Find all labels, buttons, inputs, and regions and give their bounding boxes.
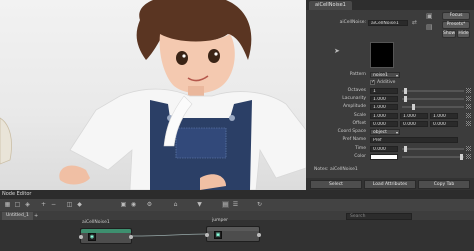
node-jumper-label: jumper <box>212 218 228 223</box>
node-graph-canvas[interactable]: ◉ aiCellNoise1 ▣ jumper <box>0 218 474 251</box>
presets-button[interactable]: Presets* <box>442 21 470 29</box>
cursor-icon: ➤ <box>334 47 340 55</box>
tab-untitled-1[interactable]: Untitled_1 <box>2 212 33 220</box>
amplitude-slider[interactable] <box>402 104 464 110</box>
home-icon[interactable]: ⌂ <box>172 201 179 208</box>
lock-icon[interactable]: ▣ <box>120 201 127 208</box>
lacunarity-field[interactable]: 1.000 <box>370 96 398 102</box>
additive-label: Additive <box>377 80 396 85</box>
coord-space-dropdown[interactable]: object <box>370 129 400 135</box>
pin-icon[interactable]: ◆ <box>76 201 83 208</box>
octaves-label: Octaves <box>347 88 366 93</box>
pref-name-field[interactable]: Pref <box>370 137 458 143</box>
copy-tab-button[interactable]: Copy Tab <box>418 180 470 189</box>
attribute-bottom-bar: Select Load Attributes Copy Tab <box>306 178 474 190</box>
node-name-field[interactable]: aiCellNoise1 <box>368 20 408 26</box>
tab-aicellnoise1[interactable]: aiCellNoise1 <box>309 1 352 10</box>
node-aicellnoise1-label: aiCellNoise1 <box>82 220 110 225</box>
pattern-label: Pattern <box>349 72 366 77</box>
octaves-slider[interactable] <box>402 88 464 94</box>
lacunarity-slider-handle[interactable] <box>404 96 407 102</box>
amplitude-slider-handle[interactable] <box>412 104 415 110</box>
select-button[interactable]: Select <box>310 180 362 189</box>
3d-viewport[interactable] <box>0 0 306 190</box>
scale-y-field[interactable]: 1.000 <box>400 113 428 119</box>
coord-space-label: Coord Space <box>337 129 366 134</box>
view-icon[interactable]: ▤ <box>222 201 229 208</box>
input-output-icon[interactable]: ▤ <box>426 24 433 31</box>
graph-icon[interactable]: ◈ <box>24 201 31 208</box>
notes-label: Notes: <box>314 167 329 172</box>
node-editor-toolbar: ▦ □ ◈ + − ◫ ◆ ▣ ◉ ⚙ ⌂ ▼ ▤ ☰ ↻ <box>0 199 474 211</box>
node-editor-title: Node Editor <box>0 190 474 199</box>
scale-map-button[interactable] <box>466 113 471 118</box>
input-port[interactable] <box>79 235 83 239</box>
layout-icon[interactable]: ◫ <box>66 201 73 208</box>
remove-icon[interactable]: − <box>50 201 57 208</box>
add-icon[interactable]: + <box>40 201 47 208</box>
time-map-button[interactable] <box>466 146 471 151</box>
offset-label: Offset <box>352 121 366 126</box>
frame-icon[interactable]: □ <box>14 201 21 208</box>
time-slider-handle[interactable] <box>404 146 407 152</box>
color-swatch[interactable] <box>370 154 398 160</box>
offset-map-button[interactable] <box>466 121 471 126</box>
node-editor-tabs: Untitled_1 + Search <box>0 211 474 220</box>
refresh-icon[interactable]: ↻ <box>256 201 263 208</box>
octaves-field[interactable]: 1 <box>370 88 398 94</box>
graph-icon[interactable]: ▣ <box>426 13 433 20</box>
node-type-label: aiCellNoise: <box>339 20 366 25</box>
color-slider-handle[interactable] <box>460 154 463 160</box>
amplitude-field[interactable]: 1.000 <box>370 104 398 110</box>
output-port[interactable] <box>257 233 261 237</box>
node-jumper[interactable]: ▣ <box>205 226 261 242</box>
load-attributes-button[interactable]: Load Attributes <box>364 180 416 189</box>
list-icon[interactable]: ☰ <box>232 201 239 208</box>
octaves-slider-handle[interactable] <box>404 88 407 94</box>
amplitude-map-button[interactable] <box>466 104 471 109</box>
node-aicellnoise1[interactable]: ◉ <box>79 228 133 244</box>
output-port[interactable] <box>129 235 133 239</box>
notes-value[interactable]: aiCellNoise1 <box>330 167 358 173</box>
attribute-editor: aiCellNoise1 aiCellNoise: aiCellNoise1 ⇄… <box>306 0 474 190</box>
octaves-map-button[interactable] <box>466 88 471 93</box>
scale-label: Scale <box>353 113 366 118</box>
color-map-button[interactable] <box>466 154 471 159</box>
color-slider[interactable] <box>402 154 464 160</box>
time-field[interactable]: 0.000 <box>370 146 398 152</box>
scale-z-field[interactable]: 1.000 <box>430 113 458 119</box>
attribute-tab-bar: aiCellNoise1 <box>306 0 474 10</box>
offset-x-field[interactable]: 0.000 <box>370 121 398 127</box>
color-label: Color <box>354 154 366 159</box>
jumper-node-icon: ▣ <box>214 231 222 239</box>
swatch-preview <box>370 42 394 68</box>
focus-button[interactable]: Focus <box>442 12 470 20</box>
pref-name-label: Pref Name <box>342 137 366 142</box>
additive-checkbox[interactable] <box>370 79 375 85</box>
hide-button[interactable]: Hide <box>457 30 470 38</box>
pattern-dropdown[interactable]: noise1 <box>370 72 400 78</box>
input-port[interactable] <box>205 233 209 237</box>
offset-z-field[interactable]: 0.000 <box>430 121 458 127</box>
grid-icon[interactable]: ▦ <box>4 201 11 208</box>
offset-y-field[interactable]: 0.000 <box>400 121 428 127</box>
lacunarity-map-button[interactable] <box>466 96 471 101</box>
show-button[interactable]: Show <box>442 30 456 38</box>
lacunarity-label: Lacunarity <box>342 96 366 101</box>
node-search-input[interactable]: Search <box>346 213 412 220</box>
scale-x-field[interactable]: 1.000 <box>370 113 398 119</box>
add-tab-icon[interactable]: + <box>34 213 38 219</box>
filter-icon[interactable]: ▼ <box>196 201 203 208</box>
settings-icon[interactable]: ⚙ <box>146 201 153 208</box>
time-label: Time <box>354 146 366 151</box>
time-slider[interactable] <box>402 146 464 152</box>
noise-node-icon: ◉ <box>88 233 96 241</box>
lacunarity-slider[interactable] <box>402 96 464 102</box>
node-link-icon[interactable]: ⇄ <box>412 20 417 26</box>
amplitude-label: Amplitude <box>342 104 366 109</box>
node-editor-panel: Node Editor ▦ □ ◈ + − ◫ ◆ ▣ ◉ ⚙ ⌂ ▼ ▤ ☰ … <box>0 190 474 251</box>
character-render <box>0 0 306 190</box>
camera-icon[interactable]: ◉ <box>130 201 137 208</box>
